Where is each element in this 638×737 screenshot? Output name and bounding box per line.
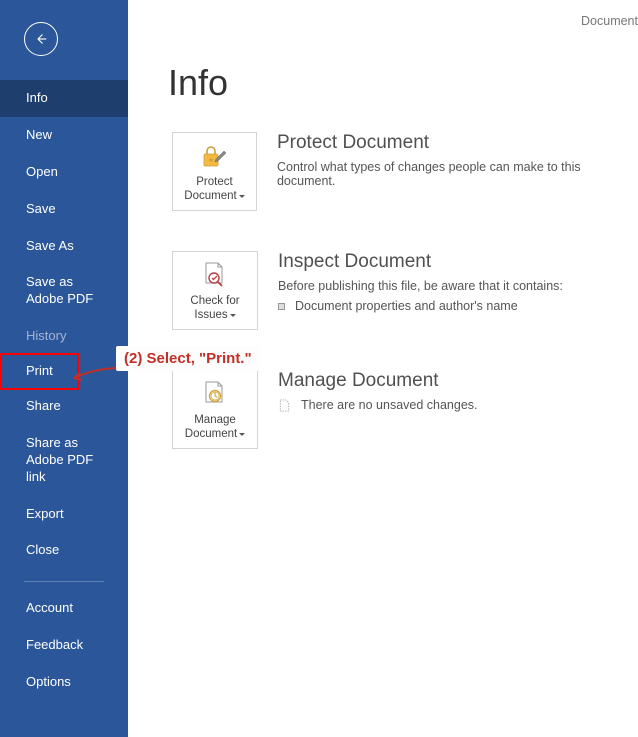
manage-title: Manage Document <box>278 370 478 392</box>
nav-info[interactable]: Info <box>0 80 128 117</box>
nav-save[interactable]: Save <box>0 191 128 228</box>
arrow-left-icon <box>32 30 50 48</box>
document-restore-icon <box>200 378 230 410</box>
nav-list: Info New Open Save Save As Save as Adobe… <box>0 80 128 701</box>
protect-tile-label: Protect Document <box>173 176 256 204</box>
nav-open[interactable]: Open <box>0 154 128 191</box>
nav-divider <box>24 581 104 582</box>
nav-save-as[interactable]: Save As <box>0 228 128 265</box>
document-title: Document <box>581 14 638 28</box>
back-button[interactable] <box>24 22 58 56</box>
nav-export[interactable]: Export <box>0 496 128 533</box>
backstage-sidebar: Info New Open Save Save As Save as Adobe… <box>0 0 128 737</box>
document-magnifier-icon <box>200 259 230 291</box>
manage-row: There are no unsaved changes. <box>278 398 478 412</box>
protect-desc: Control what types of changes people can… <box>277 160 638 188</box>
nav-options[interactable]: Options <box>0 664 128 701</box>
manage-tile-label: Manage Document <box>173 414 257 442</box>
inspect-desc: Before publishing this file, be aware th… <box>278 279 563 293</box>
unsaved-icon <box>278 399 291 412</box>
annotation-callout: (2) Select, "Print." <box>116 346 260 371</box>
protect-title: Protect Document <box>277 132 638 154</box>
inspect-title: Inspect Document <box>278 251 563 273</box>
lock-key-icon <box>199 140 229 172</box>
nav-share-adobe-link[interactable]: Share as Adobe PDF link <box>0 425 128 496</box>
nav-share[interactable]: Share <box>0 388 128 425</box>
check-issues-tile[interactable]: Check for Issues <box>172 251 258 330</box>
inspect-section: Check for Issues Inspect Document Before… <box>172 251 638 330</box>
page-title: Info <box>168 62 638 104</box>
nav-close[interactable]: Close <box>0 532 128 569</box>
protect-section: Protect Document Protect Document Contro… <box>172 132 638 211</box>
manage-section: Manage Document Manage Document There ar… <box>172 370 638 449</box>
nav-feedback[interactable]: Feedback <box>0 627 128 664</box>
nav-history: History <box>0 318 128 355</box>
nav-save-adobe-pdf[interactable]: Save as Adobe PDF <box>0 264 128 318</box>
manage-document-tile[interactable]: Manage Document <box>172 370 258 449</box>
protect-document-tile[interactable]: Protect Document <box>172 132 257 211</box>
square-bullet-icon <box>278 303 285 310</box>
nav-new[interactable]: New <box>0 117 128 154</box>
check-issues-label: Check for Issues <box>173 295 257 323</box>
inspect-bullet: Document properties and author's name <box>278 299 563 313</box>
nav-account[interactable]: Account <box>0 590 128 627</box>
nav-print[interactable]: Print <box>0 353 79 390</box>
